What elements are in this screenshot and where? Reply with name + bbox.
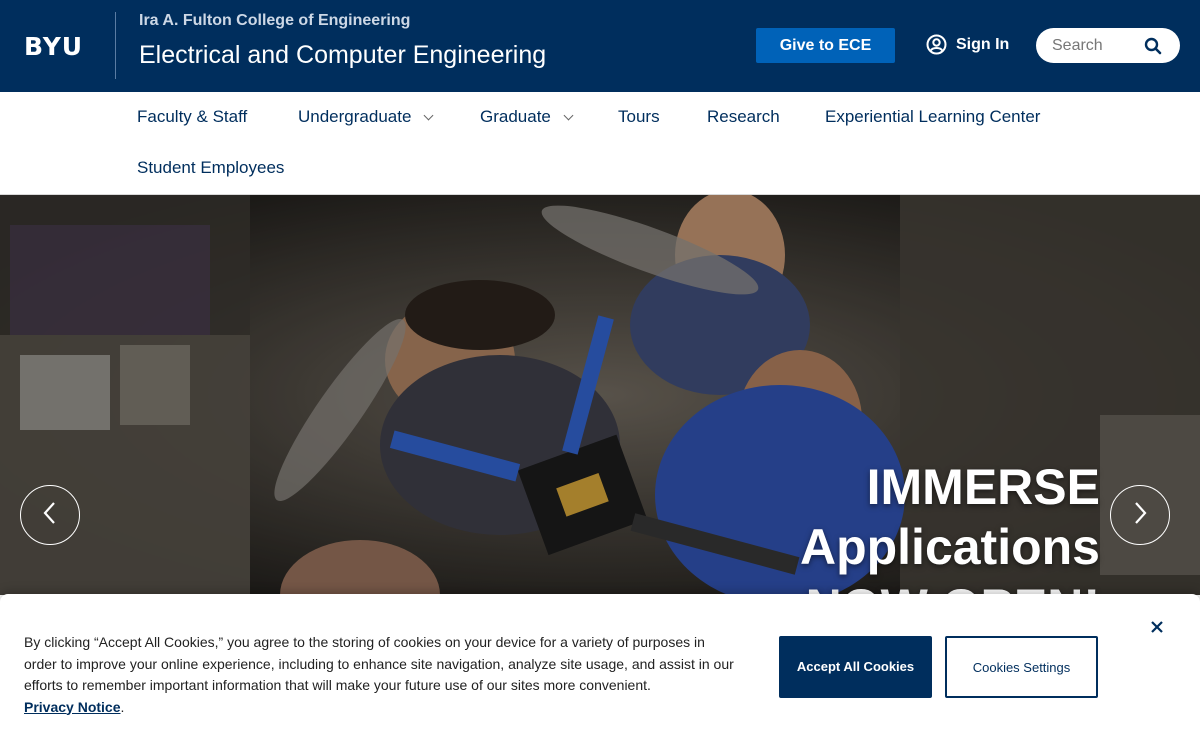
nav-item-undergraduate[interactable]: Undergraduate [298,107,434,127]
sign-in-label: Sign In [956,35,1010,53]
header-divider [115,12,116,79]
nav-label: Faculty & Staff [137,107,248,126]
search-box[interactable] [1036,28,1180,63]
carousel-next-button[interactable] [1110,485,1170,545]
search-icon[interactable] [1144,37,1162,60]
nav-item-research[interactable]: Research [707,107,780,127]
department-title[interactable]: Electrical and Computer Engineering [139,41,546,70]
carousel-prev-button[interactable] [20,485,80,545]
privacy-notice-link[interactable]: Privacy Notice [24,699,121,715]
chevron-down-icon [423,110,434,120]
nav-label: Student Employees [137,158,285,177]
hero-headline: IMMERSE Applications NOW OPEN! [800,457,1100,595]
sign-in-button[interactable]: Sign In [926,34,1009,55]
nav-label: Undergraduate [298,107,412,126]
cookie-message: By clicking “Accept All Cookies,” you ag… [24,634,734,715]
cookies-settings-button[interactable]: Cookies Settings [945,636,1098,698]
site-header: BYU Ira A. Fulton College of Engineering… [0,0,1200,92]
nav-label: Research [707,107,780,126]
chevron-down-icon [563,110,574,120]
give-button[interactable]: Give to ECE [756,28,895,63]
accept-all-cookies-button[interactable]: Accept All Cookies [779,636,932,698]
cookie-banner: By clicking “Accept All Cookies,” you ag… [0,594,1200,740]
nav-label: Graduate [480,107,551,126]
byu-logo[interactable]: BYU [24,32,83,61]
hero-line-3: NOW OPEN! [800,577,1100,595]
nav-item-graduate[interactable]: Graduate [480,107,574,127]
nav-item-faculty-staff[interactable]: Faculty & Staff [137,107,247,127]
hero-carousel: IMMERSE Applications NOW OPEN! [0,195,1200,595]
chevron-left-icon [40,500,60,531]
nav-label: Experiential Learning Center [825,107,1041,126]
cookie-text: By clicking “Accept All Cookies,” you ag… [24,634,734,693]
college-name[interactable]: Ira A. Fulton College of Engineering [139,12,410,30]
hero-line-2: Applications [799,519,1100,575]
hero-line-1: IMMERSE [866,459,1100,515]
nav-item-tours[interactable]: Tours [618,107,660,127]
close-icon[interactable] [1148,618,1166,636]
search-input[interactable] [1052,36,1142,55]
nav-item-student-employees[interactable]: Student Employees [137,158,284,178]
nav-item-experiential-learning-center[interactable]: Experiential Learning Center [825,107,1040,127]
main-nav: Faculty & Staff Undergraduate Graduate T… [0,92,1200,195]
chevron-right-icon [1130,500,1150,531]
user-icon [926,34,947,55]
nav-label: Tours [618,107,660,126]
